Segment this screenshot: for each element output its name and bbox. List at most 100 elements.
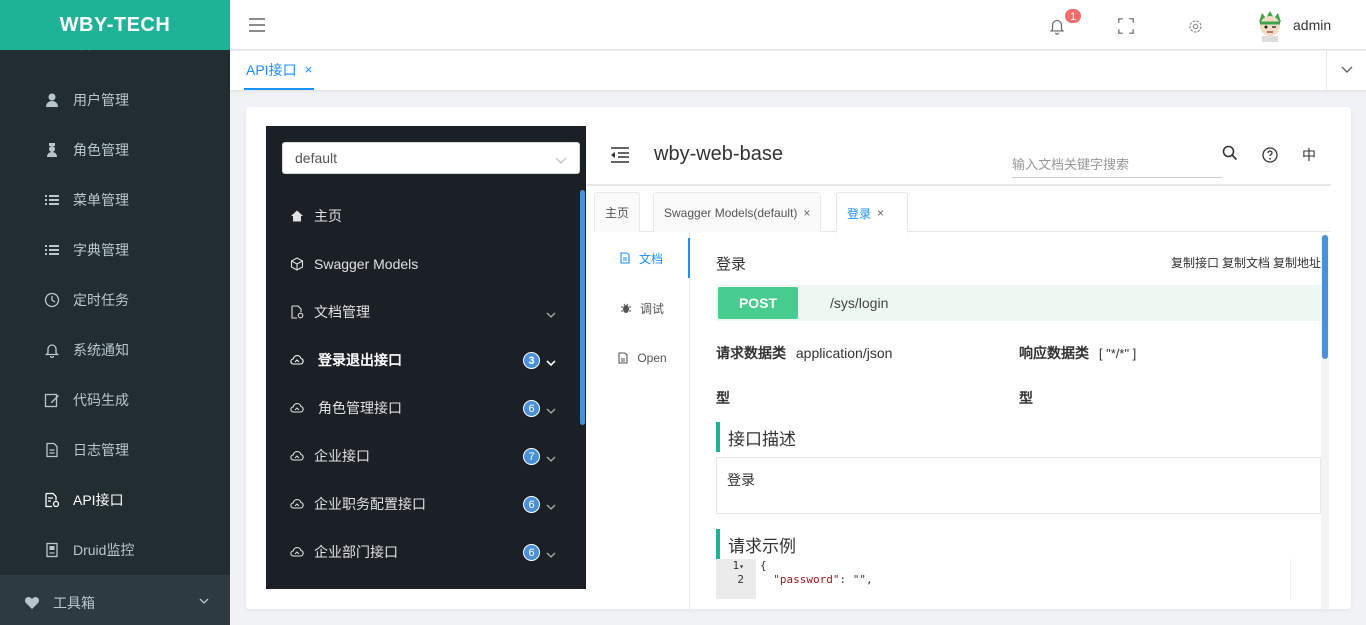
cloud-icon bbox=[290, 401, 304, 415]
chevron-down-icon bbox=[555, 153, 567, 165]
vtab-label: 调试 bbox=[639, 301, 664, 316]
code-gutter: 1▾ 2 bbox=[716, 559, 756, 599]
http-method-badge: POST bbox=[718, 287, 798, 319]
close-icon[interactable]: × bbox=[305, 62, 313, 77]
swagger-sidebar: default 主页 Swagger Models 文档管理 登录退出接口 3 … bbox=[266, 126, 586, 589]
vtab-doc[interactable]: 文档 bbox=[594, 238, 690, 278]
notification-badge: 1 bbox=[1064, 8, 1083, 24]
code-editor[interactable]: 1▾ 2 { "password": "", bbox=[716, 559, 1291, 599]
tabs-dropdown-button[interactable] bbox=[1326, 51, 1366, 90]
sidebar-item-label: 菜单管理 bbox=[73, 192, 129, 208]
chevron-down-icon bbox=[546, 403, 556, 414]
doc-search-input[interactable]: 输入文档关键字搜索 bbox=[1012, 152, 1222, 178]
chevron-down-icon bbox=[546, 499, 556, 510]
description-text: 登录 bbox=[727, 472, 755, 488]
bell-icon bbox=[44, 342, 60, 358]
vtab-label: Open bbox=[637, 351, 667, 365]
copy-api-link[interactable]: 复制接口 bbox=[1171, 256, 1219, 270]
swagger-nav-positions[interactable]: 企业职务配置接口 6 bbox=[266, 480, 566, 528]
sidebar-item-label: API接口 bbox=[73, 492, 124, 508]
file-icon bbox=[617, 352, 629, 364]
hamburger-icon[interactable] bbox=[248, 16, 266, 34]
group-select[interactable]: default bbox=[282, 142, 580, 174]
sidebar-item-dict[interactable]: 字典管理 bbox=[0, 225, 230, 275]
tab-login[interactable]: 登录 × bbox=[836, 192, 908, 233]
vtab-open[interactable]: Open bbox=[594, 338, 690, 378]
cube-icon bbox=[290, 257, 304, 271]
section-request-example: 请求示例 bbox=[716, 529, 796, 559]
avatar[interactable] bbox=[1256, 10, 1284, 42]
help-icon[interactable] bbox=[1262, 147, 1278, 163]
swagger-nav-home[interactable]: 主页 bbox=[266, 192, 566, 240]
tab-swagger-models[interactable]: Swagger Models(default) × bbox=[653, 192, 822, 232]
swagger-nav-roles[interactable]: 角色管理接口 6 bbox=[266, 384, 566, 432]
sidebar-item-users[interactable]: 用户管理 bbox=[0, 75, 230, 125]
tab-label: API接口 bbox=[246, 61, 297, 78]
api-title: 登录 bbox=[716, 256, 747, 273]
menu-fold-icon[interactable] bbox=[610, 145, 630, 165]
sidebar-item-label: 用户管理 bbox=[73, 92, 129, 108]
sidebar-item-api[interactable]: API接口 bbox=[0, 475, 230, 525]
username[interactable]: admin bbox=[1293, 17, 1331, 33]
swagger-nav-login[interactable]: 登录退出接口 3 bbox=[266, 336, 566, 384]
search-icon[interactable] bbox=[1222, 145, 1238, 161]
type-suffix: 型 bbox=[1019, 390, 1033, 406]
list-icon bbox=[44, 192, 60, 208]
swagger-nav-departments[interactable]: 企业部门接口 6 bbox=[266, 528, 566, 576]
gear-icon[interactable] bbox=[1185, 16, 1205, 36]
request-type-label: 请求数据类 bbox=[716, 345, 786, 361]
copy-doc-link[interactable]: 复制文档 bbox=[1222, 256, 1270, 270]
nav-label: 主页 bbox=[314, 208, 342, 224]
document-icon bbox=[44, 442, 60, 458]
tab-home[interactable]: 主页 bbox=[594, 192, 641, 232]
sidebar-item-menus[interactable]: 菜单管理 bbox=[0, 175, 230, 225]
api-doc-icon bbox=[44, 492, 60, 508]
sidebar-group-toolbox[interactable]: 工具箱 bbox=[0, 575, 230, 625]
doc-manage-icon bbox=[290, 305, 304, 319]
language-switch[interactable]: 中 bbox=[1302, 145, 1316, 165]
description-box: 登录 bbox=[716, 457, 1321, 514]
sidebar-item-jobs[interactable]: 定时任务 bbox=[0, 275, 230, 325]
doc-scrollbar[interactable] bbox=[1321, 235, 1329, 609]
swagger-nav-enterprise[interactable]: 企业接口 7 bbox=[266, 432, 566, 480]
close-icon[interactable]: × bbox=[803, 206, 810, 220]
swagger-tabs: 主页 Swagger Models(default) × 登录 × bbox=[594, 191, 1331, 233]
monitor-icon bbox=[44, 542, 60, 558]
app-logo[interactable]: WBY-TECH bbox=[0, 0, 230, 50]
swagger-nav-docs[interactable]: 文档管理 bbox=[266, 288, 566, 336]
request-type-suffix: 型 bbox=[716, 388, 730, 408]
swagger-nav-models[interactable]: Swagger Models bbox=[266, 240, 566, 288]
home-icon bbox=[290, 209, 304, 223]
section-description: 接口描述 bbox=[716, 422, 796, 452]
sidebar-group-label: 工具箱 bbox=[53, 594, 95, 611]
sidebar-item-roles[interactable]: 角色管理 bbox=[0, 125, 230, 175]
sidebar-item-logs[interactable]: 日志管理 bbox=[0, 425, 230, 475]
close-icon[interactable]: × bbox=[877, 206, 884, 220]
copy-url-link[interactable]: 复制地址 bbox=[1273, 256, 1321, 270]
document-icon bbox=[619, 252, 631, 264]
list-icon bbox=[44, 242, 60, 258]
sidebar-item-label: 代码生成 bbox=[73, 392, 129, 408]
sidebar-item-codegen[interactable]: 代码生成 bbox=[0, 375, 230, 425]
tab-label: 登录 bbox=[847, 206, 872, 221]
api-path: /sys/login bbox=[830, 295, 889, 311]
tab-api[interactable]: API接口 × bbox=[244, 51, 315, 90]
type-suffix: 型 bbox=[716, 390, 730, 406]
response-type-value: [ "*/*" ] bbox=[1098, 346, 1137, 361]
count-badge: 7 bbox=[523, 448, 540, 465]
cloud-icon bbox=[290, 545, 304, 559]
vtab-label: 文档 bbox=[638, 251, 663, 266]
vtab-debug[interactable]: 调试 bbox=[594, 288, 690, 328]
group-select-value: default bbox=[295, 150, 338, 166]
line-number: 2 bbox=[737, 573, 744, 586]
tab-label: 主页 bbox=[605, 206, 630, 220]
fullscreen-icon[interactable] bbox=[1116, 16, 1136, 36]
doc-vertical-tabs: 文档 调试 Open bbox=[594, 232, 690, 609]
bug-icon bbox=[620, 302, 632, 314]
sidebar-scrollbar[interactable] bbox=[580, 190, 585, 425]
response-type-suffix: 型 bbox=[1019, 388, 1033, 408]
sidebar-item-druid[interactable]: Druid监控 bbox=[0, 525, 230, 575]
doc-scrollbar-thumb[interactable] bbox=[1322, 235, 1328, 359]
sidebar-item-label: 角色管理 bbox=[73, 142, 129, 158]
sidebar-item-notice[interactable]: 系统通知 bbox=[0, 325, 230, 375]
